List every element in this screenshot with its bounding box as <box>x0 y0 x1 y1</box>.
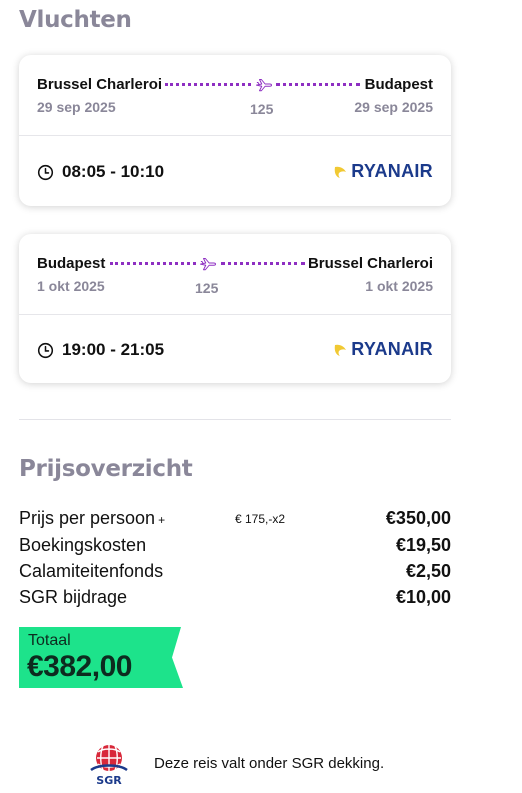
departure-date: 1 okt 2025 <box>37 278 105 294</box>
ryanair-logo: RYANAIR <box>333 339 433 360</box>
flight-number: 125 <box>195 280 219 296</box>
total-value: €382,00 <box>27 650 132 683</box>
total-label: Totaal <box>28 632 71 649</box>
flight-number: 125 <box>250 101 274 117</box>
sgr-logo: SGR <box>85 740 133 788</box>
price-row-label: Boekingskosten <box>19 535 147 555</box>
arrival-city: Brussel Charleroi <box>307 255 433 272</box>
arrival-date: 1 okt 2025 <box>365 278 433 294</box>
harp-icon <box>334 344 347 356</box>
flight-time: 19:00 - 21:05 <box>62 340 165 359</box>
arrival-city: Budapest <box>364 76 433 93</box>
flight-route: Budapest 1 okt 2025 125 Brussel Charlero… <box>19 234 451 315</box>
flight-times: 19:00 - 21:05 <box>37 340 164 360</box>
flight-card-return[interactable]: Budapest 1 okt 2025 125 Brussel Charlero… <box>19 234 451 383</box>
departure-date: 29 sep 2025 <box>37 99 116 115</box>
route-line <box>276 83 360 86</box>
price-row-label: Calamiteitenfonds <box>19 561 164 581</box>
ryanair-logo: RYANAIR <box>333 161 433 182</box>
price-row-value: €350,00 <box>385 508 451 528</box>
sgr-coverage-text: Deze reis valt onder SGR dekking. <box>154 755 385 772</box>
flight-card-outbound[interactable]: Brussel Charleroi 29 sep 2025 125 Budape… <box>19 55 451 206</box>
route-line <box>165 83 251 86</box>
price-row-value: €19,50 <box>395 535 451 555</box>
clock-icon <box>37 342 54 358</box>
flight-time: 08:05 - 10:10 <box>62 162 165 181</box>
price-row-value: €2,50 <box>405 561 451 581</box>
price-row-label: SGR bijdrage <box>19 587 128 607</box>
departure-city: Budapest <box>37 255 106 272</box>
price-row-value: €10,00 <box>395 587 451 607</box>
plane-icon <box>199 254 217 272</box>
price-title: Prijsoverzicht <box>19 456 193 482</box>
svg-text:SGR: SGR <box>96 774 122 787</box>
harp-icon <box>334 166 347 178</box>
flights-title: Vluchten <box>19 7 132 33</box>
price-row-label: Prijs per persoon + <box>19 508 166 528</box>
route-line <box>110 262 196 265</box>
clock-icon <box>37 164 54 180</box>
departure-city: Brussel Charleroi <box>37 76 163 93</box>
total-badge: Totaal €382,00 <box>19 627 183 688</box>
flight-times: 08:05 - 10:10 <box>37 162 164 182</box>
arrival-date: 29 sep 2025 <box>354 99 433 115</box>
route-line <box>221 262 305 265</box>
airline-name: RYANAIR <box>351 339 433 359</box>
flight-route: Brussel Charleroi 29 sep 2025 125 Budape… <box>19 55 451 136</box>
plane-icon <box>255 75 273 93</box>
airline-name: RYANAIR <box>351 161 433 181</box>
price-row-detail: € 175,-x2 <box>235 512 286 526</box>
expand-plus[interactable]: + <box>158 513 165 527</box>
section-divider <box>19 419 451 420</box>
